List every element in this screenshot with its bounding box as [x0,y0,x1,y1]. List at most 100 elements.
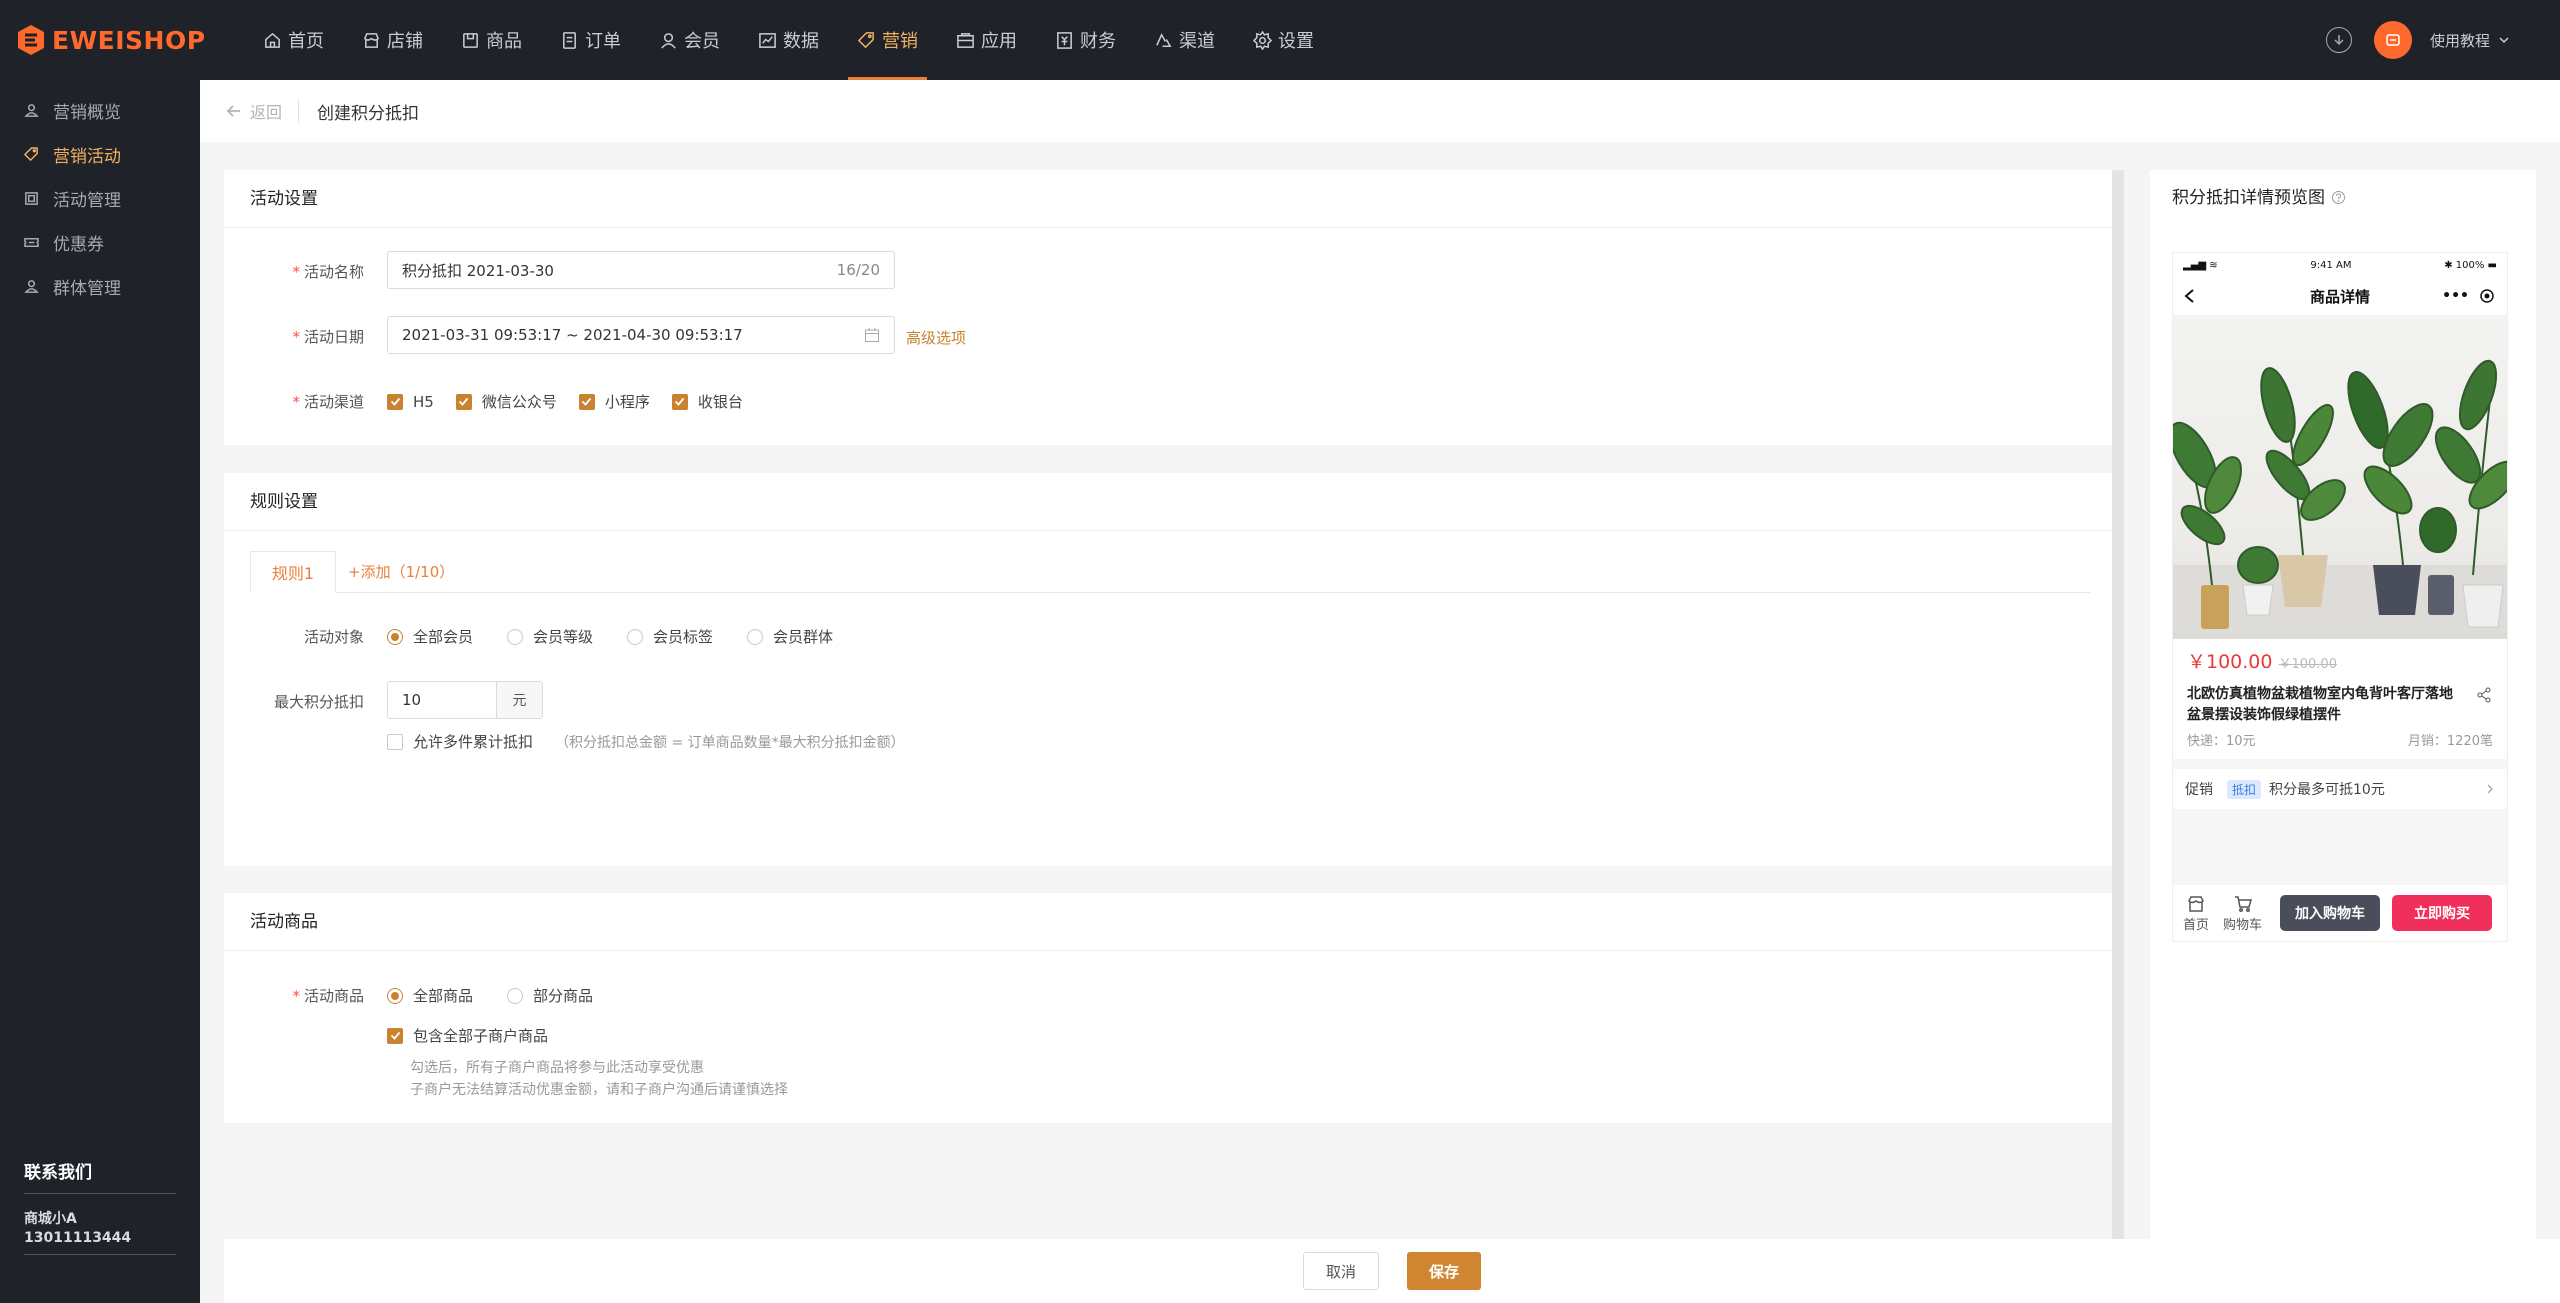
scrollbar[interactable] [2112,170,2124,1239]
label-text: 活动日期 [303,328,364,346]
download-icon[interactable] [2325,27,2352,53]
label-text: 活动商品 [303,987,364,1005]
nav-finance[interactable]: 财务 [1036,0,1135,80]
member-icon [661,32,676,49]
cart-icon [2234,895,2252,912]
multi-deduct-checkbox[interactable]: 允许多件累计抵扣 [387,731,533,752]
help-icon[interactable] [2331,190,2346,205]
target-radio-group: 全部会员 会员等级 会员标签 会员群体 [387,626,867,647]
save-button[interactable]: 保存 [1407,1252,1482,1290]
goods-note-2: 子商户无法结算活动优惠金额，请和子商户沟通后请谨慎选择 [410,1082,788,1098]
sidebar-item-manage[interactable]: 活动管理 [0,176,200,220]
channel-h5-checkbox[interactable]: H5 [387,393,434,411]
channel-wechat-checkbox[interactable]: 微信公众号 [455,391,557,412]
required-mark: * [292,987,300,1005]
tutorial-menu[interactable]: 使用教程 [2430,30,2510,51]
rule-tabs: 规则1 +添加（1/10） [250,551,2090,593]
page-title: 创建积分抵扣 [317,103,420,124]
nav-apps[interactable]: 应用 [937,0,1036,80]
input-value: 积分抵扣 2021-03-30 [402,261,554,280]
brand-logo[interactable]: EWEISHOP [16,24,236,56]
checkbox-label: 收银台 [697,393,743,411]
target-group-radio[interactable]: 会员群体 [747,626,833,647]
cancel-button[interactable]: 取消 [1302,1252,1379,1290]
price-current: ￥100.00 [2187,651,2273,673]
sidebar-item-group[interactable]: 群体管理 [0,264,200,308]
chevron-down-icon [2499,37,2509,44]
activity-channel-label: * 活动渠道 [224,391,364,412]
buy-now-button: 立即购买 [2392,895,2493,931]
radio-empty-icon [747,628,764,645]
logo-icon [18,25,44,55]
nav-marketing[interactable]: 营销 [838,0,937,80]
price-original: ￥100.00 [2278,657,2337,672]
target-level-radio[interactable]: 会员等级 [507,626,593,647]
nav-channel[interactable]: 渠道 [1135,0,1234,80]
sidebar-item-activities[interactable]: 营销活动 [0,132,200,176]
phone-bottom-bar: 首页 购物车 加入购物车 立即购买 [2173,885,2507,941]
chart-icon [759,32,776,48]
sidebar-item-label: 优惠券 [53,234,104,255]
advanced-options-link[interactable]: 高级选项 [906,327,966,348]
activity-name-label: * 活动名称 [224,261,364,282]
radio-label: 全部会员 [413,628,474,646]
nav-settings[interactable]: 设置 [1234,0,1333,80]
arrow-left-icon [226,105,240,117]
top-navbar: EWEISHOP 首页 店铺 商品 订单 会员 数据 营销 应用 财务 渠道 设… [0,0,2560,80]
product-price: ￥100.00 ￥100.00 [2187,647,2493,674]
nav-order[interactable]: 订单 [541,0,640,80]
goods-all-radio[interactable]: 全部商品 [387,985,473,1006]
contact-box: 联系我们 商城小A 13011113444 [24,1158,176,1255]
phone-time: 9:41 AM [2310,259,2352,271]
goods-label: * 活动商品 [224,985,364,1006]
sidebar-item-overview[interactable]: 营销概览 [0,88,200,132]
channel-cashier-checkbox[interactable]: 收银台 [671,391,743,412]
share-icon [2477,687,2491,703]
nav-goods[interactable]: 商品 [442,0,541,80]
sidebar-item-coupon[interactable]: 优惠券 [0,220,200,264]
manage-icon [25,191,38,205]
section-title: 活动商品 [224,893,2112,951]
overview-icon [24,103,39,117]
checkbox-checked-icon [578,393,595,410]
activity-date-picker[interactable]: 2021-03-31 09:53:17 ~ 2021-04-30 09:53:1… [387,316,895,354]
tutorial-label: 使用教程 [2429,31,2490,50]
radio-label: 会员群体 [773,628,834,646]
goods-partial-radio[interactable]: 部分商品 [507,985,593,1006]
channel-icon [1156,32,1172,47]
nav-store[interactable]: 店铺 [343,0,442,80]
add-rule-button[interactable]: +添加（1/10） [348,561,454,582]
sidebar-item-label: 活动管理 [53,190,121,211]
promo-label: 促销 [2185,782,2213,798]
phone-mockup: ▂▄▆ ≋ 9:41 AM ✱ 100% ▬ 商品详情 ••• ￥100.00 … [2172,252,2508,942]
form-footer: 取消 保存 [224,1239,2560,1303]
store-icon [363,32,380,48]
shop-icon [2188,895,2204,912]
max-points-input[interactable]: 10 [387,681,497,719]
checkbox-checked-icon [671,393,688,410]
tab-rule-1[interactable]: 规则1 [250,551,336,593]
target-label: 活动对象 [303,628,364,646]
sidebar: 营销概览 营销活动 活动管理 优惠券 群体管理 联系我们 商城小A 130111… [0,80,200,1303]
channel-miniprogram-checkbox[interactable]: 小程序 [578,391,650,412]
activity-name-input[interactable]: 积分抵扣 2021-03-30 16/20 [387,251,895,289]
target-all-radio[interactable]: 全部会员 [387,626,473,647]
group-icon [24,279,39,293]
unit-suffix: 元 [497,681,543,719]
nav-label: 会员 [684,31,720,52]
nav-home[interactable]: 首页 [244,0,343,80]
app-icon [957,32,974,48]
nav-member[interactable]: 会员 [640,0,739,80]
tag-icon [857,31,874,48]
radio-checked-icon [387,987,403,1004]
nav-data[interactable]: 数据 [739,0,838,80]
include-sub-merchant-checkbox[interactable]: 包含全部子商户商品 [387,1025,548,1046]
breadcrumb: 返回 创建积分抵扣 [200,80,2560,142]
target-tag-radio[interactable]: 会员标签 [627,626,713,647]
avatar[interactable] [2373,21,2412,59]
monthly-sales: 月销：1220笔 [2407,734,2493,749]
battery-indicator: ✱ 100% ▬ [2444,259,2497,271]
back-button[interactable]: 返回 [226,99,300,123]
radio-label: 部分商品 [533,987,594,1005]
signal-icon: ▂▄▆ ≋ [2183,259,2218,271]
